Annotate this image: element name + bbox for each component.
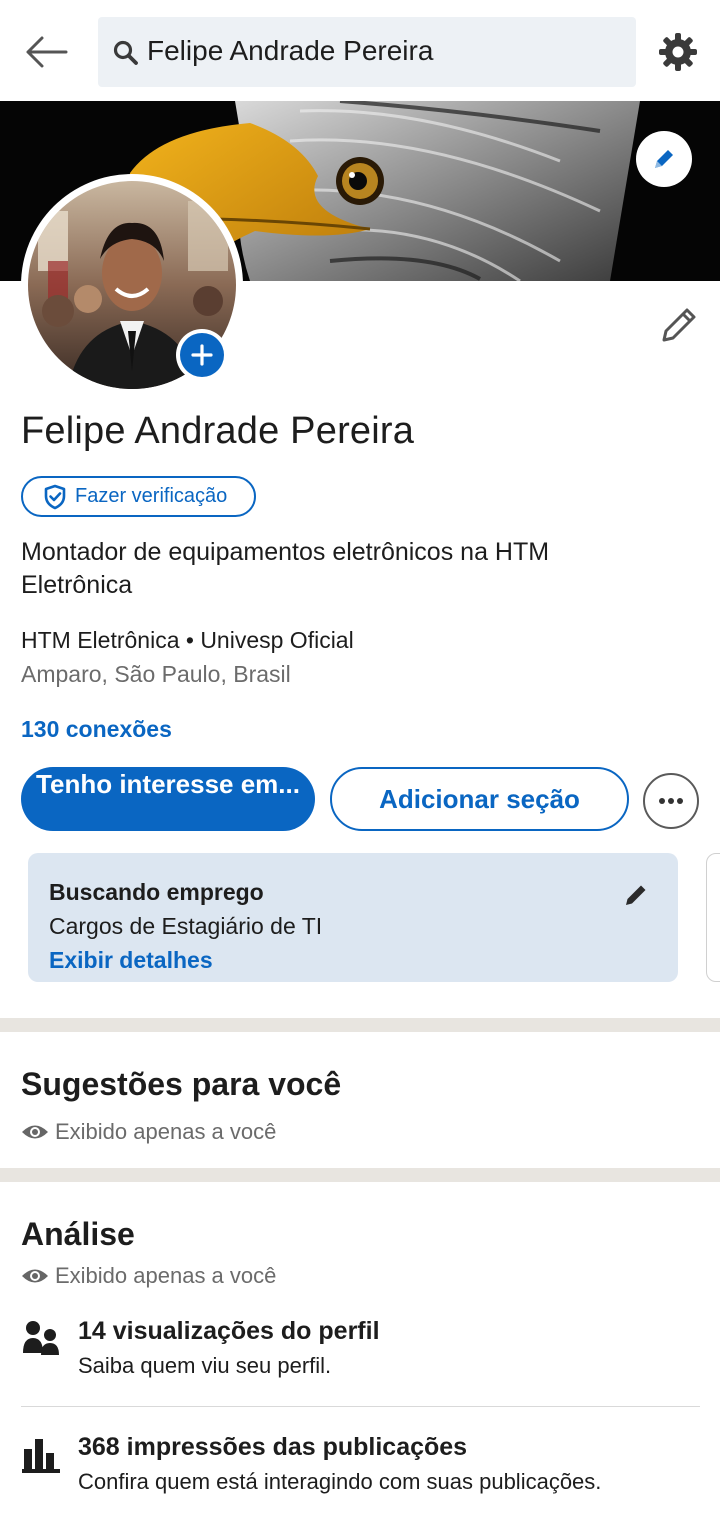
pencil-icon <box>655 150 673 168</box>
verify-button[interactable]: Fazer verificação <box>21 476 256 517</box>
add-section-label: Adicionar seção <box>379 783 580 814</box>
settings-gear-icon[interactable] <box>656 30 700 74</box>
back-arrow-icon[interactable] <box>24 30 72 74</box>
search-input[interactable]: Felipe Andrade Pereira <box>98 17 636 87</box>
suggestions-visibility: Exibido apenas a você <box>21 1119 276 1145</box>
edit-open-to-work-pencil-icon[interactable] <box>622 881 650 909</box>
edit-banner-button[interactable] <box>636 131 692 187</box>
plus-icon <box>191 344 213 366</box>
section-divider <box>0 1018 720 1032</box>
suggestions-title: Sugestões para você <box>21 1066 342 1102</box>
show-details-link[interactable]: Exibir detalhes <box>49 947 213 974</box>
profile-name: Felipe Andrade Pereira <box>21 410 415 452</box>
add-story-button[interactable] <box>176 329 228 381</box>
edit-intro-pencil-icon[interactable] <box>656 302 700 346</box>
analytics-divider <box>21 1406 700 1407</box>
people-icon <box>23 1321 59 1355</box>
profile-views-headline: 14 visualizações do perfil <box>78 1317 380 1345</box>
shield-check-icon <box>44 484 66 509</box>
bar-chart-icon <box>22 1439 60 1473</box>
top-bar: Felipe Andrade Pereira <box>0 0 720 101</box>
profile-headline: Montador de equipamentos eletrônicos na … <box>21 538 550 599</box>
more-horizontal-icon <box>659 798 683 804</box>
post-impressions-description: Confira quem está interagindo com suas p… <box>78 1469 602 1494</box>
open-to-work-card[interactable]: Buscando emprego Cargos de Estagiário de… <box>28 853 678 982</box>
search-query[interactable]: Felipe Andrade Pereira <box>147 35 433 67</box>
search-icon <box>113 40 138 65</box>
connections-link[interactable]: 130 conexões <box>21 716 172 743</box>
post-impressions-item[interactable]: 368 impressões das publicações Confira q… <box>21 1433 700 1503</box>
more-options-button[interactable] <box>643 773 699 829</box>
verify-label: Fazer verificação <box>75 485 228 507</box>
add-section-button[interactable]: Adicionar seção <box>330 767 629 831</box>
post-impressions-headline: 368 impressões das publicações <box>78 1433 468 1461</box>
profile-views-item[interactable]: 14 visualizações do perfil Saiba quem vi… <box>21 1317 700 1387</box>
profile-organizations[interactable]: HTM Eletrônica • Univesp Oficial <box>21 627 354 654</box>
visibility-label: Exibido apenas a você <box>55 1119 277 1144</box>
profile-location: Amparo, São Paulo, Brasil <box>21 661 291 687</box>
visibility-label: Exibido apenas a você <box>55 1263 277 1288</box>
analytics-title: Análise <box>21 1216 135 1252</box>
next-card-peek[interactable] <box>706 853 720 982</box>
open-to-label: Tenho interesse em... <box>36 769 300 799</box>
section-divider <box>0 1168 720 1182</box>
analytics-visibility: Exibido apenas a você <box>21 1263 276 1289</box>
open-to-work-title: Buscando emprego <box>49 879 264 905</box>
open-to-button[interactable]: Tenho interesse em... <box>21 767 315 831</box>
profile-views-description: Saiba quem viu seu perfil. <box>78 1353 332 1378</box>
open-to-work-roles: Cargos de Estagiário de TI <box>49 913 323 939</box>
eye-icon <box>22 1269 48 1283</box>
eye-icon <box>22 1125 48 1139</box>
